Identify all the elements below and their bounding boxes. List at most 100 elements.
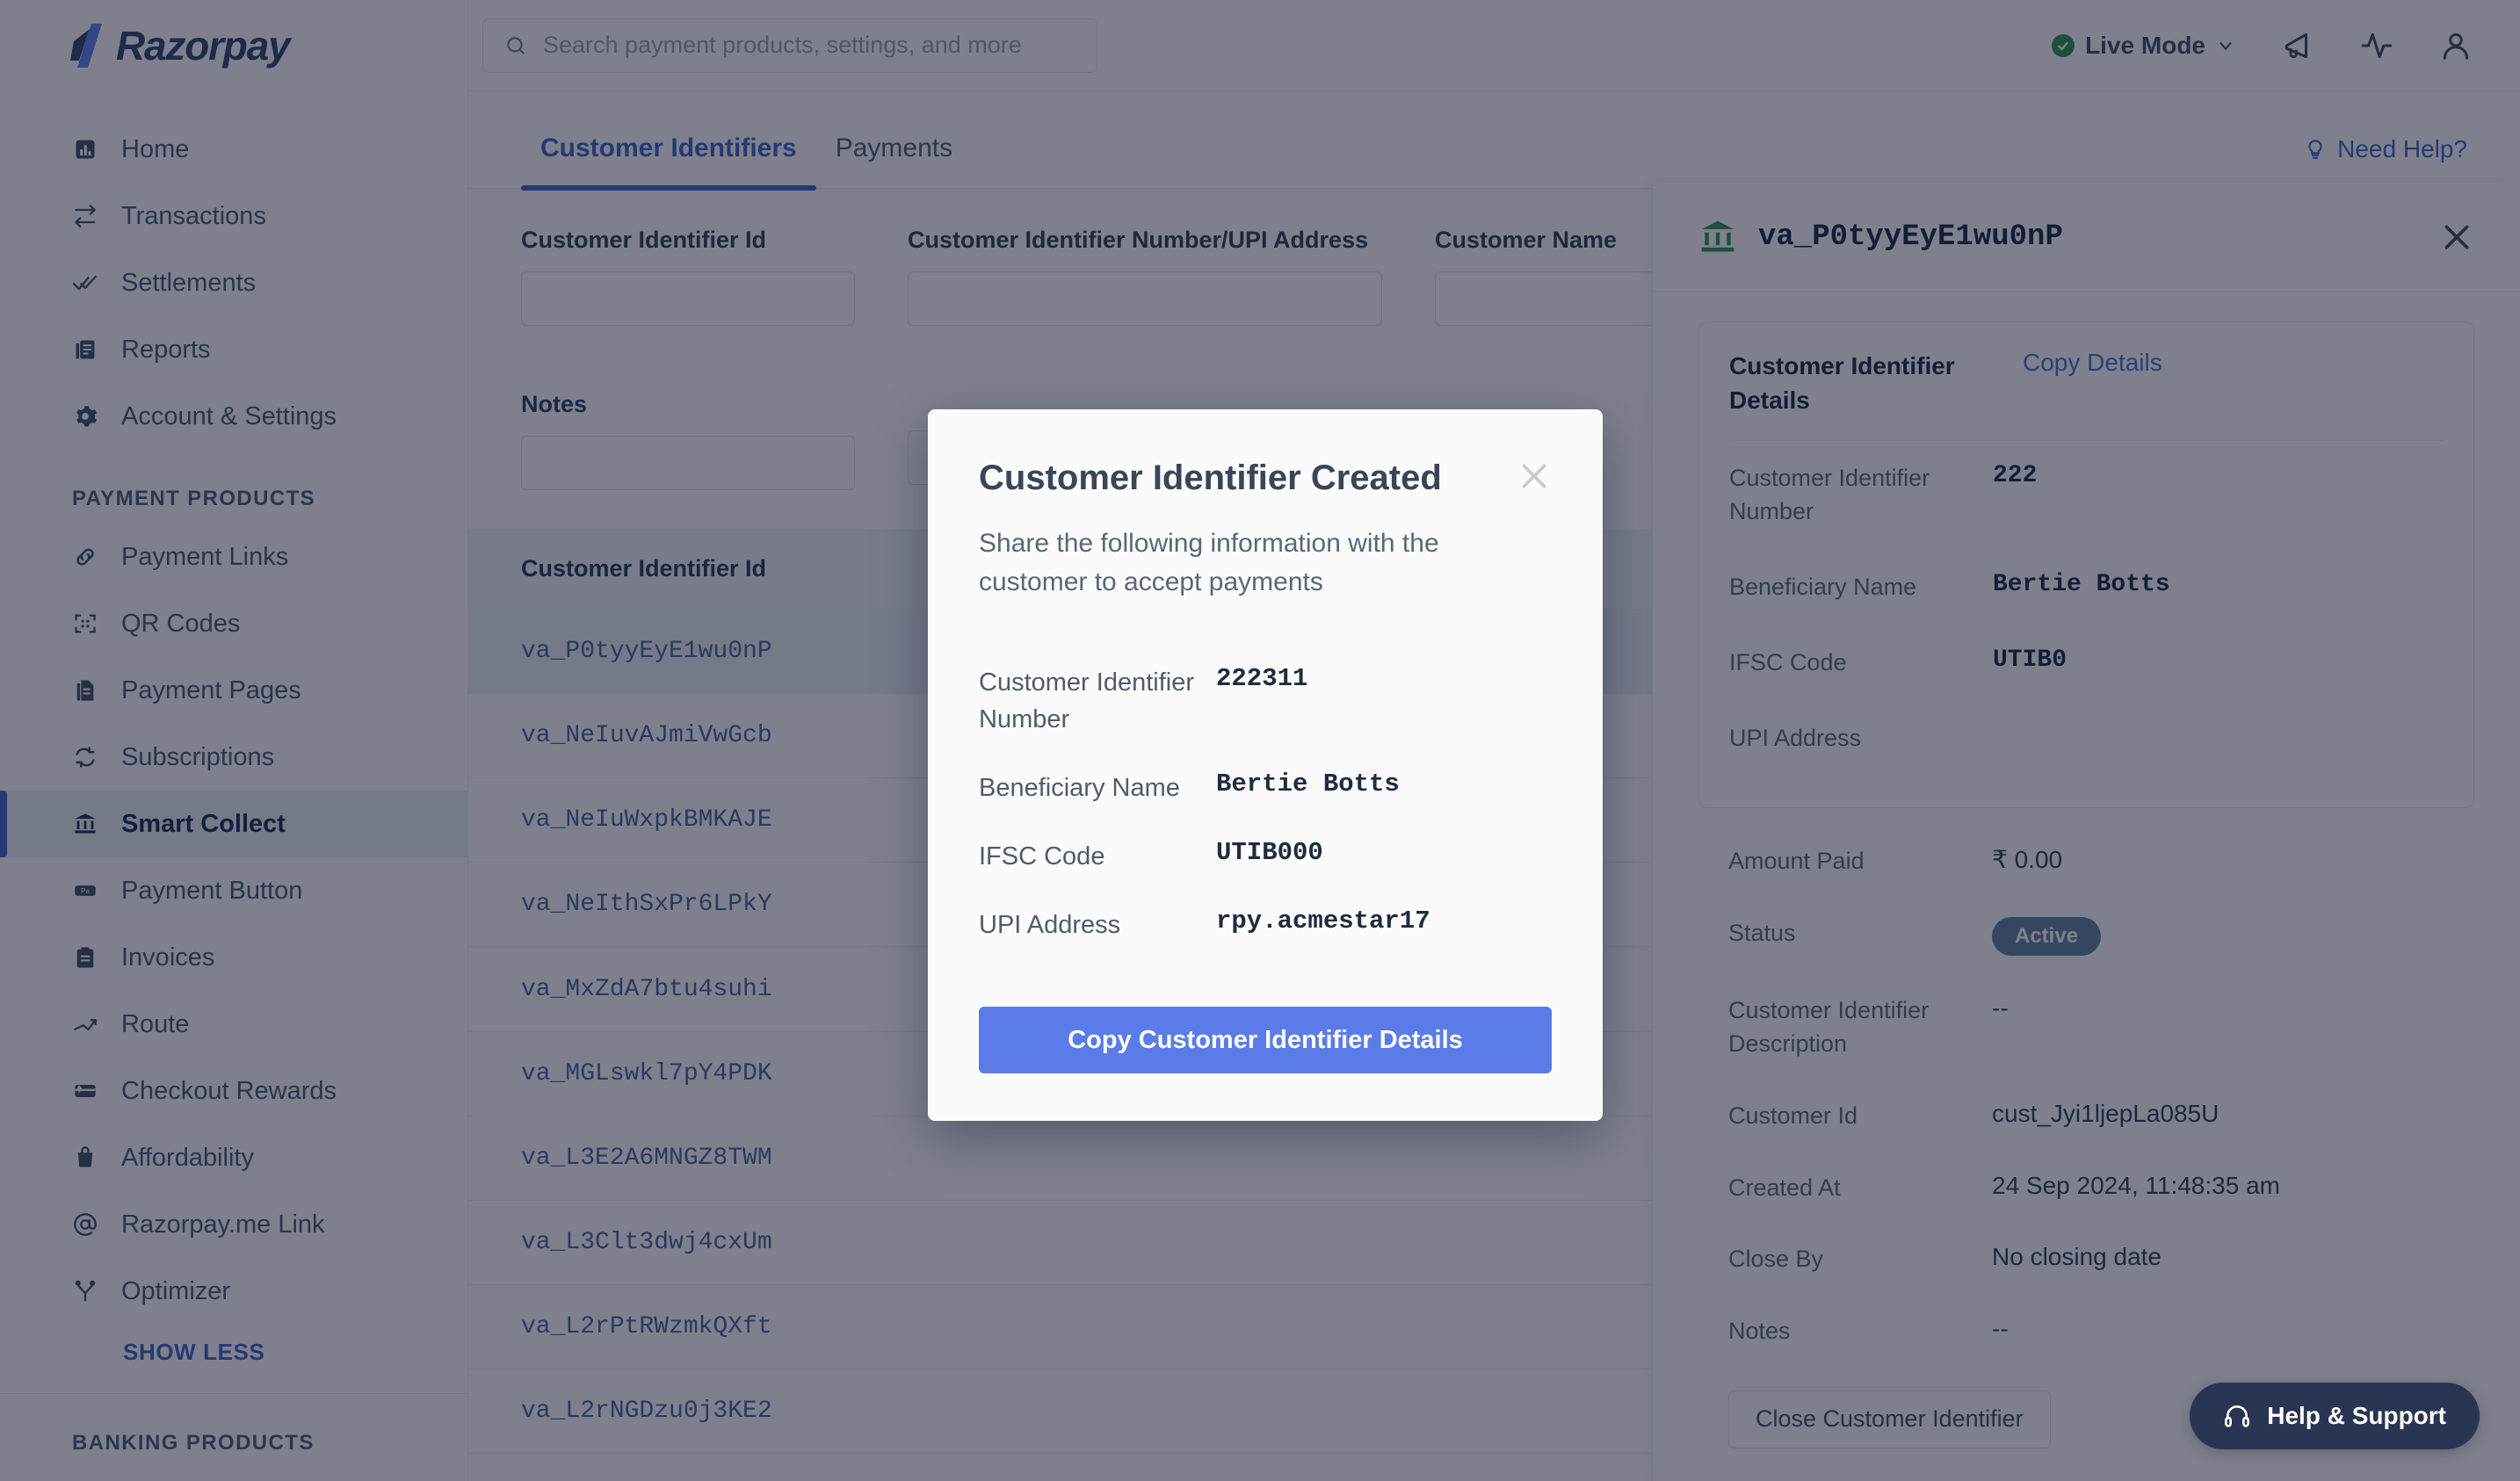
modal-value: rpy.acmestar17 bbox=[1216, 907, 1430, 936]
sidebar-item-payment-pages[interactable]: Payment Pages bbox=[0, 657, 467, 724]
customer-identifier-details-card: Customer Identifier Details Copy Details… bbox=[1698, 321, 2474, 809]
detail-value: cust_Jyi1ljepLa085U bbox=[1992, 1099, 2219, 1127]
megaphone-icon[interactable] bbox=[2281, 29, 2314, 62]
filter-customer-identifier-id: Customer Identifier Id bbox=[521, 224, 855, 358]
tab-customer-identifiers[interactable]: Customer Identifiers bbox=[521, 134, 816, 191]
sidebar-item-transactions[interactable]: Transactions bbox=[0, 183, 467, 249]
need-help-link[interactable]: Need Help? bbox=[2304, 135, 2467, 188]
invoice-icon bbox=[72, 944, 98, 971]
sidebar-item-label: Home bbox=[121, 134, 190, 163]
sidebar-item-label: QR Codes bbox=[121, 609, 241, 638]
search-input[interactable] bbox=[543, 32, 1075, 59]
detail-value: 222 bbox=[1993, 462, 2038, 490]
tab-payments[interactable]: Payments bbox=[816, 134, 972, 188]
help-and-support-label: Help & Support bbox=[2267, 1402, 2446, 1429]
detail-panel-body: Customer Identifier Details Copy Details… bbox=[1653, 292, 2520, 1481]
sidebar-item-smart-collect[interactable]: Smart Collect bbox=[0, 791, 467, 857]
sidebar-item-optimizer[interactable]: Optimizer bbox=[0, 1258, 467, 1325]
sidebar-item-invoices[interactable]: Invoices bbox=[0, 924, 467, 991]
global-search[interactable] bbox=[482, 18, 1097, 73]
link-icon bbox=[72, 544, 98, 570]
detail-row: Status Active bbox=[1728, 898, 2444, 975]
detail-row: Beneficiary Name Bertie Botts bbox=[1729, 550, 2444, 625]
detail-key: IFSC Code bbox=[1729, 648, 1847, 675]
detail-key: Status bbox=[1728, 920, 1796, 947]
top-bar: Live Mode bbox=[468, 0, 2520, 91]
modal-key: Customer Identifier Number bbox=[979, 668, 1194, 734]
svg-text:Pa: Pa bbox=[81, 887, 90, 895]
sidebar-item-home[interactable]: Home bbox=[0, 116, 467, 183]
search-icon bbox=[507, 36, 525, 54]
sidebar-item-account-settings[interactable]: Account & Settings bbox=[0, 383, 467, 450]
at-icon bbox=[72, 1211, 98, 1238]
close-customer-identifier-button[interactable]: Close Customer Identifier bbox=[1728, 1390, 2051, 1448]
sidebar-item-subscriptions[interactable]: Subscriptions bbox=[0, 724, 467, 791]
brand-logo[interactable]: Razorpay bbox=[0, 0, 467, 91]
activity-icon[interactable] bbox=[2360, 29, 2393, 62]
detail-value: Bertie Botts bbox=[1993, 570, 2170, 598]
rewards-icon bbox=[72, 1078, 98, 1104]
sidebar-item-label: Affordability bbox=[121, 1143, 254, 1172]
chevron-down-icon bbox=[2219, 41, 2232, 50]
headset-icon bbox=[2225, 1405, 2250, 1427]
modal-title: Customer Identifier Created bbox=[979, 459, 1442, 497]
settlements-icon bbox=[72, 270, 98, 296]
optimizer-icon bbox=[72, 1278, 98, 1304]
sidebar-item-payment-button[interactable]: Pa Payment Button bbox=[0, 857, 467, 924]
sidebar-item-qr-codes[interactable]: QR Codes bbox=[0, 590, 467, 657]
sidebar-item-payment-links[interactable]: Payment Links bbox=[0, 524, 467, 590]
details-card-header: Customer Identifier Details Copy Details bbox=[1729, 349, 2444, 442]
filter-label: Notes bbox=[521, 390, 588, 417]
detail-row: Created At 24 Sep 2024, 11:48:35 am bbox=[1728, 1152, 2444, 1225]
copy-details-link[interactable]: Copy Details bbox=[2023, 349, 2162, 377]
detail-info-rows: Amount Paid ₹ 0.00 Status Active Custome… bbox=[1698, 808, 2474, 1368]
topbar-actions: Live Mode bbox=[2052, 29, 2481, 62]
sidebar-section-payment-products: PAYMENT PRODUCTS bbox=[72, 487, 316, 510]
qr-icon bbox=[72, 610, 98, 637]
modal-row: UPI Address rpy.acmestar17 bbox=[979, 891, 1552, 959]
close-icon[interactable] bbox=[1517, 459, 1552, 494]
modal-key: UPI Address bbox=[979, 911, 1121, 940]
account-icon[interactable] bbox=[2439, 29, 2473, 62]
sidebar-item-label: Payment Button bbox=[121, 876, 303, 905]
filter-input[interactable] bbox=[908, 271, 1382, 327]
filter-input[interactable] bbox=[521, 271, 855, 327]
live-mode-label: Live Mode bbox=[2085, 31, 2205, 59]
detail-key: UPI Address bbox=[1729, 724, 1862, 751]
sidebar-item-reports[interactable]: Reports bbox=[0, 316, 467, 383]
sidebar-item-x-corporate-cards[interactable]: X Corporate Cards bbox=[0, 1468, 467, 1481]
copy-customer-identifier-details-button[interactable]: Copy Customer Identifier Details bbox=[979, 1007, 1552, 1074]
reports-icon bbox=[72, 336, 98, 363]
detail-row: IFSC Code UTIB0 bbox=[1729, 625, 2444, 701]
sidebar-item-razorpay-me-link[interactable]: Razorpay.me Link bbox=[0, 1191, 467, 1258]
detail-value: No closing date bbox=[1992, 1243, 2162, 1271]
detail-value: -- bbox=[1992, 994, 2009, 1022]
sidebar-item-label: Payment Links bbox=[121, 542, 289, 571]
bank-icon bbox=[72, 811, 98, 837]
detail-row: Customer Id cust_Jyi1ljepLa085U bbox=[1728, 1080, 2444, 1152]
detail-row: Amount Paid ₹ 0.00 bbox=[1728, 826, 2444, 898]
modal-row: Beneficiary Name Bertie Botts bbox=[979, 754, 1552, 822]
modal-header: Customer Identifier Created bbox=[979, 459, 1552, 498]
detail-row: Notes -- bbox=[1728, 1296, 2444, 1368]
filter-label: Customer Identifier Number/UPI Address bbox=[908, 227, 1369, 253]
modal-row: IFSC Code UTIB000 bbox=[979, 822, 1552, 891]
live-mode-switch[interactable]: Live Mode bbox=[2052, 32, 2235, 60]
sidebar-item-label: Payment Pages bbox=[121, 675, 301, 704]
filter-input[interactable] bbox=[521, 436, 855, 491]
sidebar-item-route[interactable]: Route bbox=[0, 991, 467, 1058]
close-icon[interactable] bbox=[2439, 220, 2474, 255]
modal-key: IFSC Code bbox=[979, 842, 1105, 871]
sidebar-item-affordability[interactable]: Affordability bbox=[0, 1124, 467, 1191]
details-card-title: Customer Identifier Details bbox=[1729, 352, 1955, 415]
home-icon bbox=[72, 136, 98, 163]
sidebar-item-checkout-rewards[interactable]: Checkout Rewards bbox=[0, 1058, 467, 1124]
page-icon bbox=[72, 677, 98, 704]
show-less-button[interactable]: SHOW LESS bbox=[0, 1325, 467, 1379]
sidebar-item-settlements[interactable]: Settlements bbox=[0, 249, 467, 316]
detail-value: -- bbox=[1992, 1315, 2009, 1343]
sidebar-item-label: Subscriptions bbox=[121, 742, 275, 771]
help-and-support-button[interactable]: Help & Support bbox=[2190, 1383, 2480, 1449]
sidebar-item-label: Account & Settings bbox=[121, 401, 337, 430]
detail-row: UPI Address bbox=[1729, 701, 2444, 777]
